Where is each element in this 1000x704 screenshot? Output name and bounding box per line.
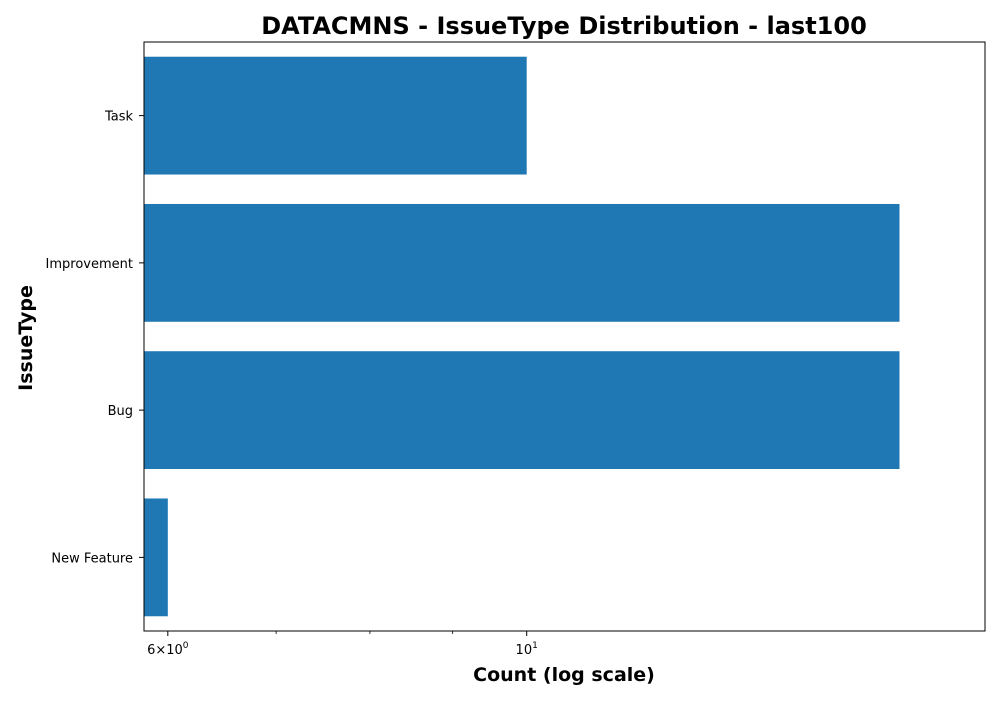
- y-tick-label-new-feature: New Feature: [51, 551, 133, 566]
- chart-svg: DATACMNS - IssueType Distribution - last…: [15, 12, 986, 686]
- x-tick-label-6: 6×100: [147, 641, 189, 658]
- x-axis-label: Count (log scale): [473, 664, 655, 686]
- y-tick-label-task: Task: [104, 110, 134, 125]
- bar-new-feature: [144, 498, 168, 617]
- x-tick-label-10: 101: [516, 641, 538, 658]
- y-tick-label-improvement: Improvement: [46, 257, 133, 272]
- y-tick-label-bug: Bug: [108, 404, 133, 419]
- y-axis-ticks: Task Improvement Bug New Feature: [46, 110, 144, 566]
- x-axis-ticks: 6×100 101: [147, 631, 538, 658]
- bar-task: [144, 56, 527, 175]
- chart-title: DATACMNS - IssueType Distribution - last…: [261, 12, 867, 40]
- bar-improvement: [144, 203, 900, 322]
- bars-layer: [144, 56, 900, 617]
- chart-container: DATACMNS - IssueType Distribution - last…: [0, 0, 1000, 700]
- y-axis-label: IssueType: [15, 285, 37, 391]
- bar-bug: [144, 351, 900, 470]
